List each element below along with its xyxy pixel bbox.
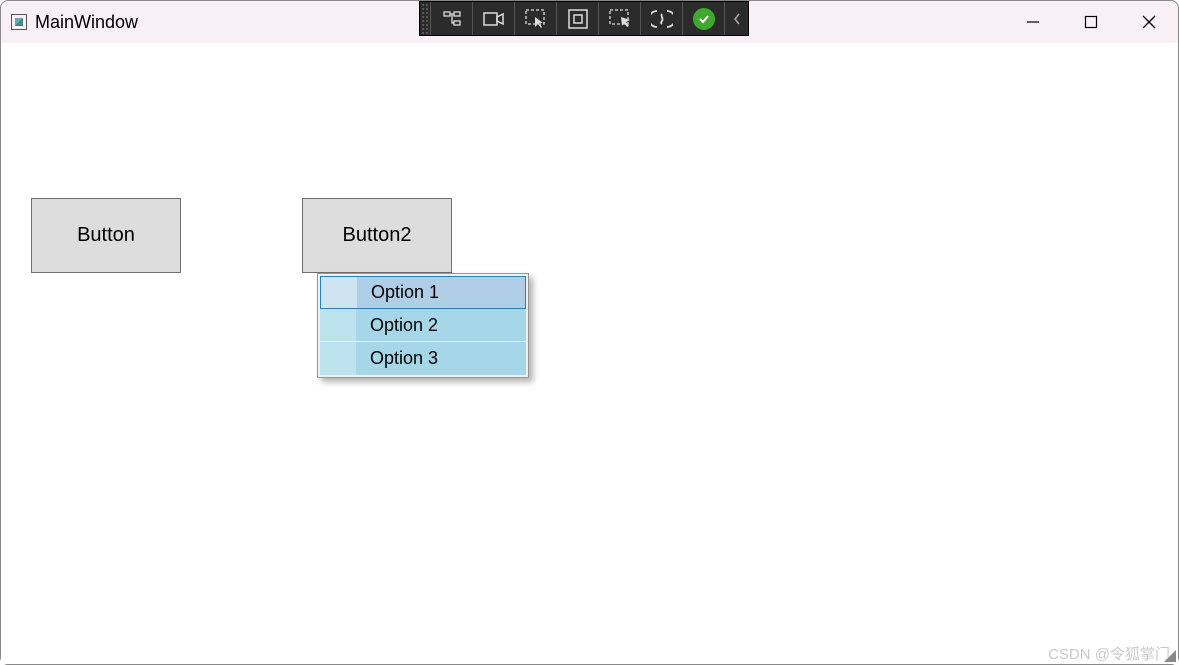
live-visual-tree-icon[interactable]	[430, 2, 472, 35]
maximize-button[interactable]	[1062, 1, 1120, 43]
status-check-icon[interactable]	[682, 2, 724, 35]
camera-icon[interactable]	[472, 2, 514, 35]
menu-item-option-3[interactable]: Option 3	[320, 342, 526, 375]
client-area: Button Button2 Option 1 Option 2 Option …	[1, 43, 1178, 664]
main-window: MainWindow	[0, 0, 1179, 665]
debug-toolbar[interactable]	[419, 1, 749, 36]
resize-grip[interactable]	[1164, 650, 1176, 662]
layout-icon[interactable]	[556, 2, 598, 35]
menu-item-option-1[interactable]: Option 1	[320, 276, 526, 309]
menu-item-option-2[interactable]: Option 2	[320, 309, 526, 342]
close-button[interactable]	[1120, 1, 1178, 43]
minimize-button[interactable]	[1004, 1, 1062, 43]
watermark-text: CSDN @令狐掌门	[1048, 643, 1170, 664]
track-focus-icon[interactable]	[598, 2, 640, 35]
context-menu: Option 1 Option 2 Option 3	[317, 273, 529, 378]
toolbar-drag-handle[interactable]	[420, 2, 430, 35]
window-title: MainWindow	[35, 12, 138, 33]
chevron-left-icon[interactable]	[724, 2, 748, 35]
titlebar: MainWindow	[1, 1, 1178, 43]
hot-reload-icon[interactable]	[640, 2, 682, 35]
title-left: MainWindow	[1, 12, 138, 33]
button-2[interactable]: Button2	[302, 198, 452, 273]
app-icon	[11, 14, 27, 30]
button-1[interactable]: Button	[31, 198, 181, 273]
selection-icon[interactable]	[514, 2, 556, 35]
window-controls	[1004, 1, 1178, 43]
